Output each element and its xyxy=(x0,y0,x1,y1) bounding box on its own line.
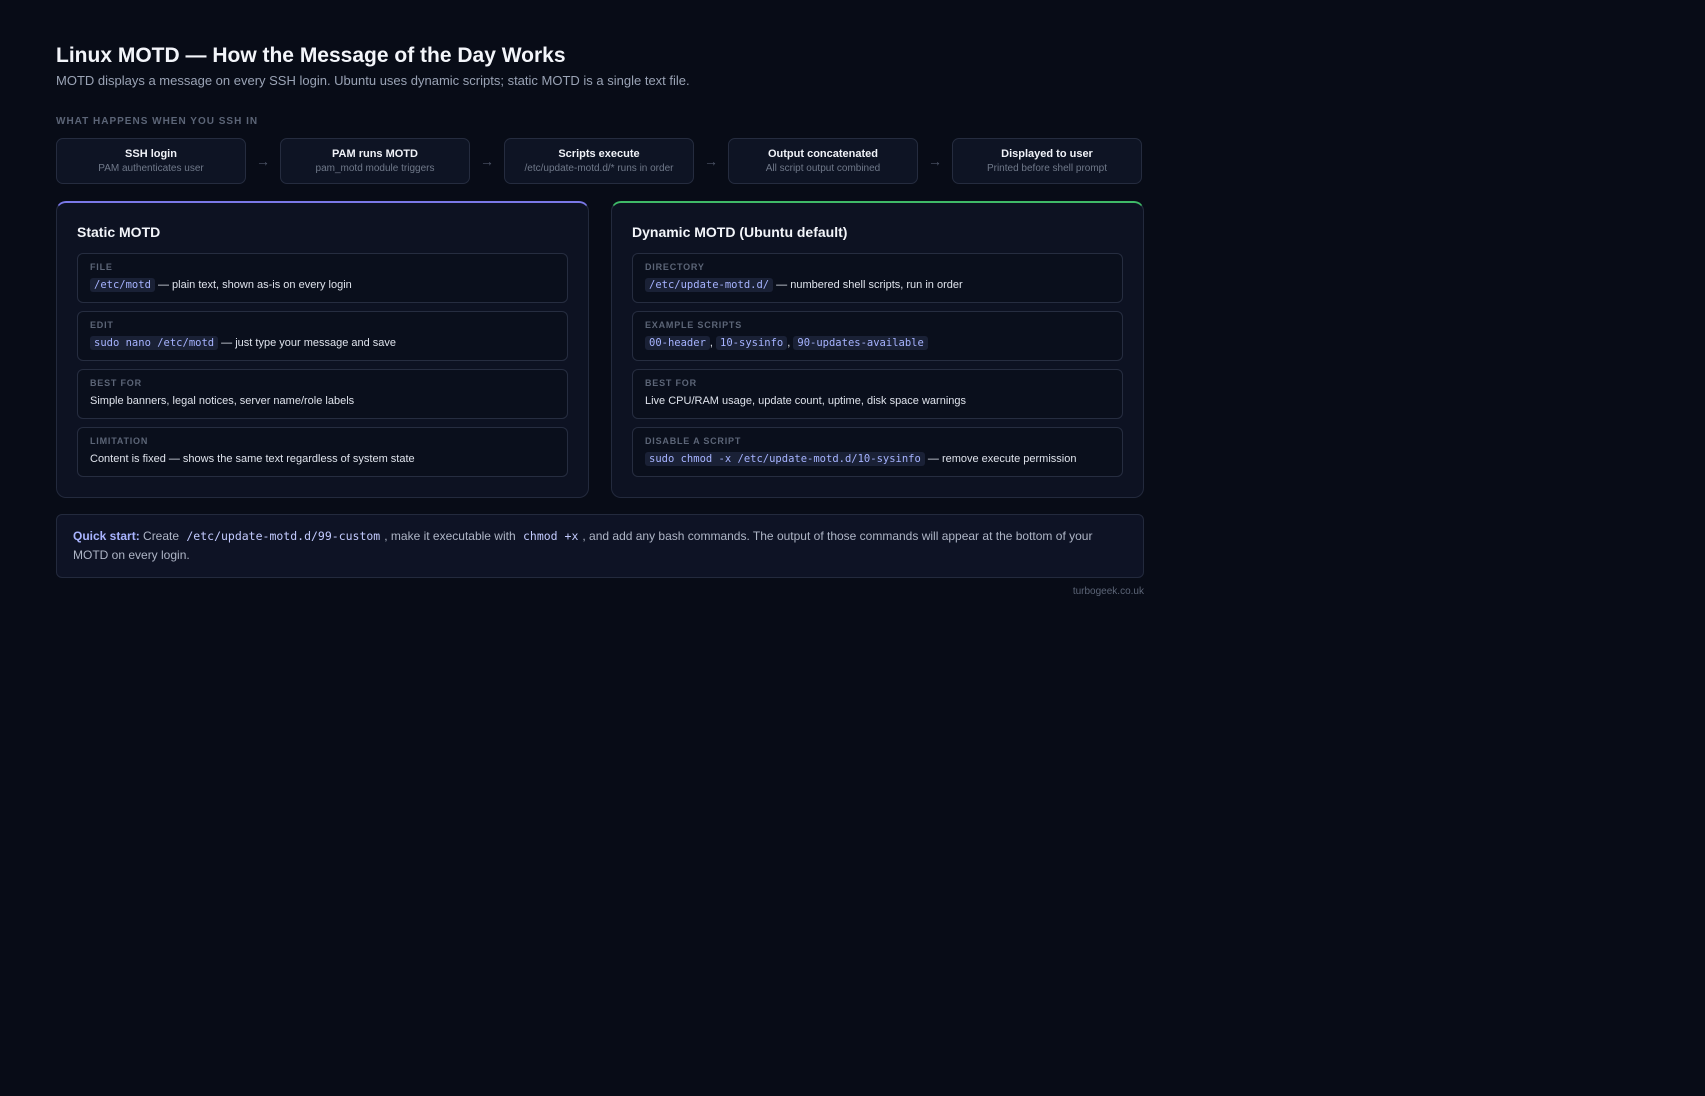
code-snippet: /etc/update-motd.d/ xyxy=(645,278,774,292)
code-snippet: sudo nano /etc/motd xyxy=(90,336,219,350)
row-text-tail: — remove execute permission xyxy=(924,453,1077,465)
row-label: DISABLE A SCRIPT xyxy=(645,436,742,446)
quick-text: Create xyxy=(139,529,183,543)
step-subtitle: PAM authenticates user xyxy=(98,163,204,174)
code-snippet: /etc/motd xyxy=(90,278,155,292)
flow-arrow-icon: → xyxy=(704,153,718,169)
row-text-tail: — plain text, shown as-is on every login xyxy=(154,279,352,291)
row-text: sudo nano /etc/motd — just type your mes… xyxy=(90,335,555,351)
step-title: Output concatenated xyxy=(767,148,878,160)
row-text: Live CPU/RAM usage, update count, uptime… xyxy=(645,395,966,407)
flow-step-displayed-to-user: Displayed to user Printed before shell p… xyxy=(952,138,1142,184)
static-limitation-row: LIMITATION Content is fixed — shows the … xyxy=(77,427,568,477)
step-subtitle: /etc/update-motd.d/* runs in order xyxy=(524,163,674,174)
comparison-columns: Static MOTD FILE /etc/motd — plain text,… xyxy=(56,201,1144,498)
page-subtitle: MOTD displays a message on every SSH log… xyxy=(56,73,690,88)
flow-arrow-icon: → xyxy=(256,153,270,169)
row-text-tail: — numbered shell scripts, run in order xyxy=(773,279,963,291)
code-snippet: 90-updates-available xyxy=(793,336,928,350)
static-motd-panel: Static MOTD FILE /etc/motd — plain text,… xyxy=(56,201,589,498)
static-file-row: FILE /etc/motd — plain text, shown as-is… xyxy=(77,253,568,303)
flow-section-label: WHAT HAPPENS WHEN YOU SSH IN xyxy=(56,116,259,127)
dynamic-motd-panel: Dynamic MOTD (Ubuntu default) DIRECTORY … xyxy=(611,201,1144,498)
flow-step-output-concatenated: Output concatenated All script output co… xyxy=(728,138,918,184)
site-credit: turbogeek.co.uk xyxy=(1072,586,1144,597)
code-snippet: /etc/update-motd.d/99-custom xyxy=(186,529,381,543)
step-title: Displayed to user xyxy=(1001,148,1093,160)
step-subtitle: Printed before shell prompt xyxy=(986,163,1108,174)
row-text: Simple banners, legal notices, server na… xyxy=(90,395,355,407)
row-label: EDIT xyxy=(90,320,114,330)
row-text: Content is fixed — shows the same text r… xyxy=(90,453,415,465)
row-label: DIRECTORY xyxy=(645,262,705,272)
static-best-for-row: BEST FOR Simple banners, legal notices, … xyxy=(77,369,568,419)
static-edit-row: EDIT sudo nano /etc/motd — just type you… xyxy=(77,311,568,361)
quick-start-label: Quick start: xyxy=(73,529,140,543)
dynamic-example-scripts-row: EXAMPLE SCRIPTS 00-header, 10-sysinfo, 9… xyxy=(632,311,1123,361)
login-flow: SSH login PAM authenticates user → PAM r… xyxy=(56,137,1144,185)
flow-step-pam-runs-motd: PAM runs MOTD pam_motd module triggers xyxy=(280,138,470,184)
code-snippet: 00-header xyxy=(645,336,710,350)
row-label: FILE xyxy=(90,262,113,272)
code-snippet: chmod +x xyxy=(522,529,579,543)
step-subtitle: All script output combined xyxy=(765,163,881,174)
code-snippet: sudo chmod -x /etc/update-motd.d/10-sysi… xyxy=(645,452,925,466)
step-title: SSH login xyxy=(125,148,177,160)
step-subtitle: pam_motd module triggers xyxy=(315,163,435,174)
page: Linux MOTD — How the Message of the Day … xyxy=(56,44,1144,597)
quick-start-callout: Quick start: Create /etc/update-motd.d/9… xyxy=(56,514,1144,578)
dynamic-disable-row: DISABLE A SCRIPT sudo chmod -x /etc/upda… xyxy=(632,427,1123,477)
page-title: Linux MOTD — How the Message of the Day … xyxy=(56,44,566,67)
flow-step-scripts-execute: Scripts execute /etc/update-motd.d/* run… xyxy=(504,138,694,184)
dynamic-best-for-row: BEST FOR Live CPU/RAM usage, update coun… xyxy=(632,369,1123,419)
flow-step-ssh-login: SSH login PAM authenticates user xyxy=(56,138,246,184)
row-text: 00-header, 10-sysinfo, 90-updates-availa… xyxy=(645,335,1110,351)
row-label: BEST FOR xyxy=(90,378,142,388)
code-snippet: 10-sysinfo xyxy=(716,336,788,350)
row-text: /etc/motd — plain text, shown as-is on e… xyxy=(90,277,555,293)
panel-title: Dynamic MOTD (Ubuntu default) xyxy=(632,224,848,240)
row-label: LIMITATION xyxy=(90,436,149,446)
row-label: BEST FOR xyxy=(645,378,697,388)
row-text: /etc/update-motd.d/ — numbered shell scr… xyxy=(645,277,1110,293)
flow-arrow-icon: → xyxy=(480,153,494,169)
row-label: EXAMPLE SCRIPTS xyxy=(645,320,743,330)
panel-title: Static MOTD xyxy=(77,224,161,240)
row-text: sudo chmod -x /etc/update-motd.d/10-sysi… xyxy=(645,451,1110,467)
row-text-tail: — just type your message and save xyxy=(218,337,397,349)
step-title: Scripts execute xyxy=(558,148,640,160)
dynamic-directory-row: DIRECTORY /etc/update-motd.d/ — numbered… xyxy=(632,253,1123,303)
step-title: PAM runs MOTD xyxy=(332,148,418,160)
quick-text: , make it executable with xyxy=(384,529,519,543)
flow-arrow-icon: → xyxy=(928,153,942,169)
